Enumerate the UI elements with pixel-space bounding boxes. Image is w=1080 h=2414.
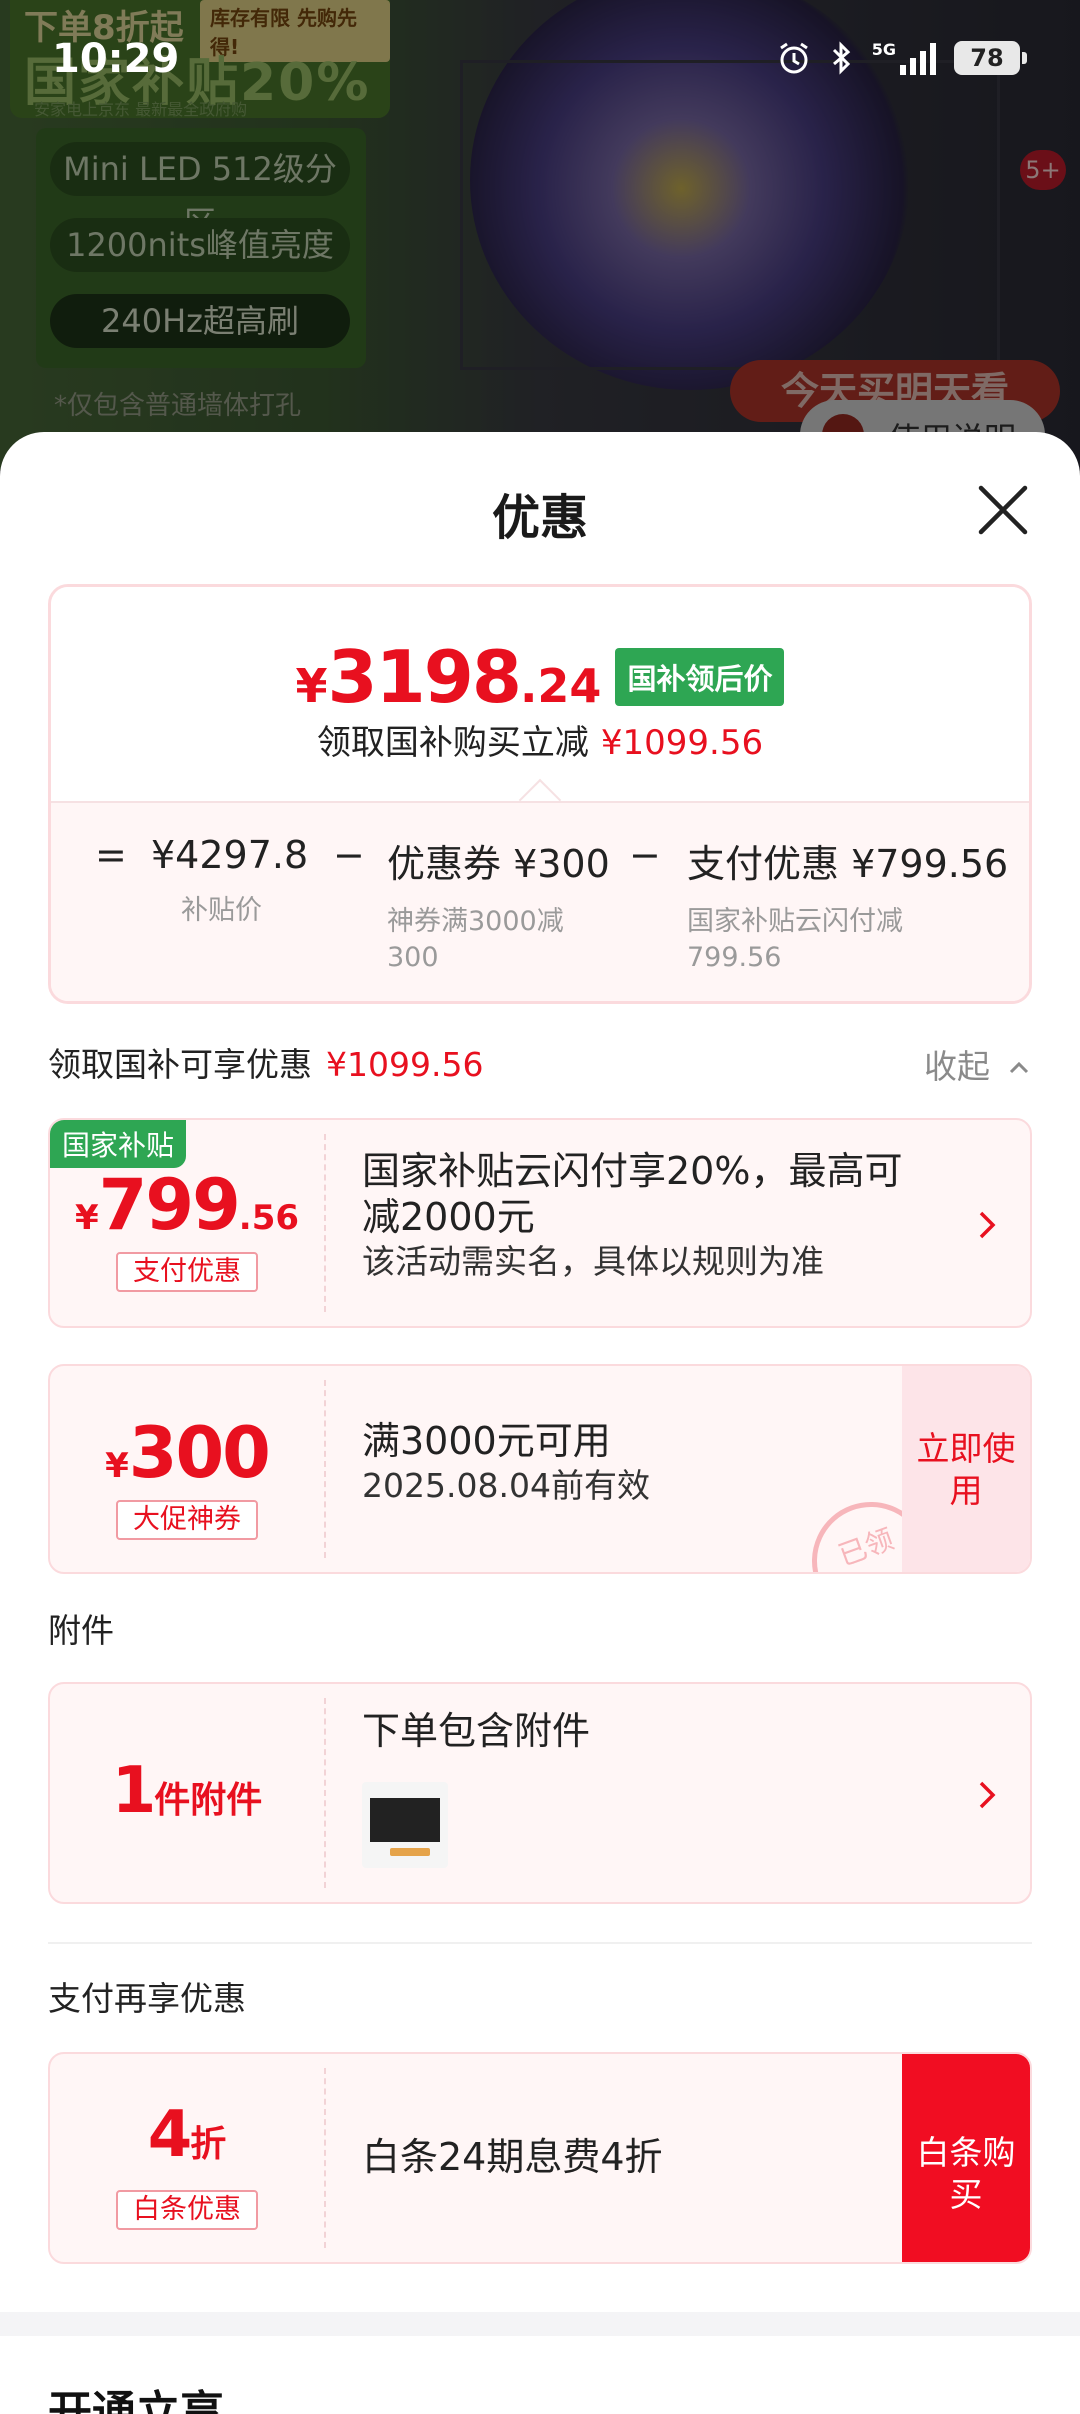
accessory-title: 下单包含附件 [362, 1709, 591, 1753]
summary-subtitle: 领取国补购买立减 ¥1099.56 [51, 715, 1029, 764]
status-icons: 5G 78 [776, 39, 1027, 76]
count-unit: 件附件 [154, 1780, 263, 1821]
battery-icon: 78 [954, 41, 1027, 75]
coupon-desc: 该活动需实名，具体以规则为准 [362, 1242, 824, 1281]
minus-sign: − [629, 833, 661, 877]
amount-integer: 799 [98, 1164, 241, 1246]
accessory-thumbnail [362, 1782, 448, 1868]
card-divider [324, 1380, 326, 1558]
section-gap [0, 2312, 1080, 2336]
baitiao-card[interactable]: 4折 白条优惠 白条24期息费4折 白条购买 [48, 2052, 1032, 2264]
coupon-title: 国家补贴云闪付享20%，最高可减2000元 [362, 1149, 903, 1239]
coupon-title: 满3000元可用 [362, 1419, 611, 1463]
baitiao-title: 白条24期息费4折 [362, 2135, 663, 2179]
section-accessory-heading: 附件 [48, 1611, 114, 1650]
price-tag-badge: 国补领后价 [615, 648, 785, 706]
breakdown-item: 支付优惠 ¥799.56 国家补贴云闪付减799.56 [687, 833, 1017, 976]
alarm-icon [779, 42, 808, 74]
baitiao-discount: 4折 [50, 2098, 324, 2172]
count-number: 1 [111, 1754, 157, 1828]
coupon-amount: ¥300 [50, 1412, 324, 1494]
accessory-body: 下单包含附件 [362, 1708, 590, 1754]
signal-icon [900, 41, 936, 75]
coupon-card-promo[interactable]: ¥300 大促神券 满3000元可用 2025.08.04前有效 已领 立即使用 [48, 1364, 1032, 1574]
discount-sheet: 优惠 ¥ 3198 .24 国补领后价 领取国补购买立减 ¥1099.56 = ¥… [0, 432, 1080, 2414]
final-price: ¥ 3198 .24 [296, 635, 602, 719]
collapse-label: 收起 [924, 1047, 990, 1086]
subtitle-text: 领取国补购买立减 [316, 723, 589, 763]
breakdown-value: 支付优惠 ¥799.56 [687, 842, 1009, 886]
price-integer: 3198 [327, 635, 522, 719]
breakdown-desc: 国家补贴云闪付减799.56 [687, 906, 903, 973]
minus-sign: − [333, 833, 365, 877]
baitiao-amount-area: 4折 白条优惠 [50, 2054, 324, 2262]
equals-sign: = [95, 833, 127, 877]
amount-integer: 300 [128, 1412, 271, 1494]
coupon-body: 国家补贴云闪付享20%，最高可减2000元 该活动需实名，具体以规则为准 [362, 1148, 922, 1284]
coupon-type-tag: 支付优惠 [116, 1252, 258, 1292]
section-label: 领取国补可享优惠 [48, 1045, 312, 1084]
currency-symbol: ¥ [295, 659, 328, 713]
card-divider [324, 1134, 326, 1312]
breakdown-desc: 补贴价 [181, 895, 262, 926]
status-bar: 10:29 5G 78 [0, 0, 1080, 120]
section-pay-heading: 支付再享优惠 [48, 1979, 246, 2018]
coupon-card-gov-payment[interactable]: 国家补贴 ¥799.56 支付优惠 国家补贴云闪付享20%，最高可减2000元 … [48, 1118, 1032, 1328]
chevron-up-icon [1009, 1061, 1028, 1074]
currency-symbol: ¥ [105, 1446, 129, 1486]
card-divider [324, 2068, 326, 2248]
coupon-amount-area: ¥799.56 支付优惠 [50, 1120, 324, 1326]
baitiao-body: 白条24期息费4折 [362, 2134, 663, 2180]
sheet-title: 优惠 [491, 490, 588, 546]
accessory-card[interactable]: 1件附件 下单包含附件 [48, 1682, 1032, 1904]
close-icon[interactable] [975, 482, 1031, 538]
coupon-type-tag: 大促神券 [116, 1500, 258, 1540]
price-summary-card: ¥ 3198 .24 国补领后价 领取国补购买立减 ¥1099.56 = ¥429… [48, 584, 1032, 1004]
coupon-body: 满3000元可用 2025.08.04前有效 [362, 1418, 782, 1508]
breakdown-desc: 神券满3000减300 [387, 906, 564, 973]
chevron-right-icon [979, 1781, 996, 1809]
currency-symbol: ¥ [74, 1198, 99, 1238]
section-amount: ¥1099.56 [326, 1045, 484, 1084]
collapse-button[interactable]: 收起 [924, 1040, 1031, 1088]
open-benefit-title: 开通立享 [48, 2387, 224, 2414]
network-label: 5G [871, 39, 896, 59]
coupon-desc: 2025.08.04前有效 [362, 1466, 650, 1505]
section-gov-subsidy-heading: 领取国补可享优惠 ¥1099.56 [48, 1038, 483, 1086]
discount-unit: 折 [190, 2124, 227, 2165]
status-time: 10:29 [52, 36, 180, 82]
breakdown-value: 优惠券 ¥300 [387, 842, 610, 886]
chevron-right-icon [979, 1211, 996, 1239]
amount-decimal: .56 [238, 1198, 300, 1238]
accessory-count: 1件附件 [50, 1754, 324, 1828]
coupon-amount: ¥799.56 [50, 1164, 324, 1246]
coupon-type-tag: 白条优惠 [116, 2190, 258, 2230]
accessory-count-area: 1件附件 [50, 1684, 324, 1902]
price-decimal: .24 [519, 659, 602, 713]
coupon-amount-area: ¥300 大促神券 [50, 1366, 324, 1572]
subtitle-amount: ¥1099.56 [600, 723, 764, 763]
bluetooth-icon [832, 41, 850, 75]
breakdown-item: 优惠券 ¥300 神券满3000减300 [387, 833, 610, 976]
use-now-button[interactable]: 立即使用 [902, 1366, 1030, 1572]
section-divider [48, 1942, 1032, 1944]
baitiao-buy-button[interactable]: 白条购买 [902, 2054, 1030, 2262]
card-divider [324, 1698, 326, 1888]
breakdown-value: ¥4297.8 [151, 833, 309, 877]
breakdown-item: ¥4297.8 补贴价 [151, 833, 311, 929]
price-breakdown: = ¥4297.8 补贴价 − 优惠券 ¥300 神券满3000减300 − 支… [51, 801, 1029, 1001]
discount-number: 4 [147, 2098, 193, 2172]
